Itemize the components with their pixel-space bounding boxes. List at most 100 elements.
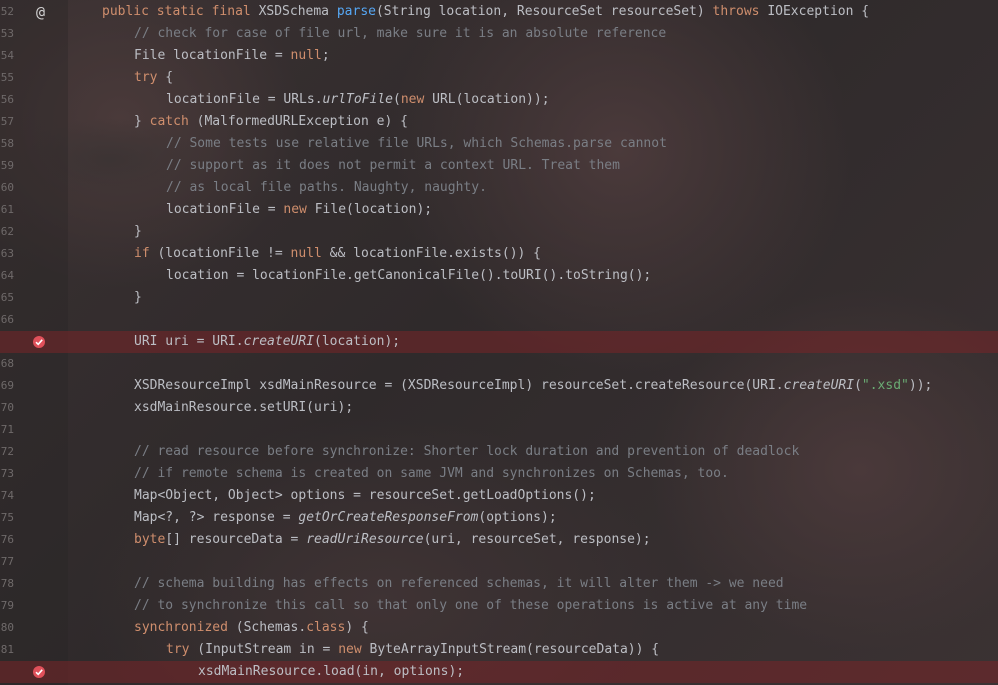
line-number[interactable]: 64 [0,265,14,287]
line-number[interactable]: 56 [0,89,14,111]
line-number[interactable]: 67 [0,331,14,353]
code-token: { [157,70,174,85]
line-number[interactable]: 65 [0,287,14,309]
code-line[interactable]: 78 // schema building has effects on refe… [0,573,998,595]
code-text[interactable]: // as local file paths. Naughty, naughty… [166,177,487,199]
code-text[interactable]: // support as it does not permit a conte… [166,155,620,177]
code-text[interactable]: XSDResourceImpl xsdMainResource = (XSDRe… [134,375,932,397]
code-text[interactable]: } [134,287,142,309]
code-text[interactable]: xsdMainResource.load(in, options); [198,661,464,683]
code-line[interactable]: 56 locationFile = URLs.urlToFile(new URL(… [0,89,998,111]
code-text[interactable]: Map<?, ?> response = getOrCreateResponse… [134,507,557,529]
code-text[interactable]: byte[] resourceData = readUriResource(ur… [134,529,651,551]
line-number[interactable]: 72 [0,441,14,463]
override-at-icon[interactable]: @ [36,1,45,23]
code-line[interactable]: 65} [0,287,998,309]
code-text[interactable]: URI uri = URI.createURI(location); [134,331,400,353]
code-token: // as local file paths. Naughty, naughty… [166,180,487,195]
line-number[interactable]: 54 [0,45,14,67]
code-line[interactable]: 73 // if remote schema is created on same… [0,463,998,485]
code-text[interactable]: try (InputStream in = new ByteArrayInput… [166,639,659,661]
line-number[interactable]: 69 [0,375,14,397]
line-number[interactable]: 75 [0,507,14,529]
code-token: catch [149,114,189,129]
code-line[interactable]: 68 [0,353,998,375]
code-text[interactable]: // read resource before synchronize: Sho… [134,441,799,463]
code-text[interactable]: synchronized (Schemas.class) { [134,617,369,639]
code-text[interactable]: File locationFile = null; [134,45,330,67]
code-line[interactable]: 53 // check for case of file url, make su… [0,23,998,45]
code-token: createURI [243,334,315,349]
code-line[interactable]: 62} [0,221,998,243]
line-number[interactable]: 63 [0,243,14,265]
code-line[interactable]: 77 [0,551,998,573]
code-text[interactable]: // schema building has effects on refere… [134,573,784,595]
line-number[interactable]: 59 [0,155,14,177]
line-number[interactable]: 71 [0,419,14,441]
line-number[interactable]: 68 [0,353,14,375]
code-text[interactable]: // to synchronize this call so that only… [134,595,807,617]
code-line[interactable]: 75 Map<?, ?> response = getOrCreateRespon… [0,507,998,529]
code-token: urlToFile [322,92,393,107]
code-text[interactable]: // if remote schema is created on same J… [134,463,729,485]
line-number[interactable]: 73 [0,463,14,485]
code-text[interactable]: public static final XSDSchema parse(Stri… [102,1,869,23]
code-line[interactable]: 67 URI uri = URI.createURI(location); [0,331,998,353]
code-text[interactable]: } catch (MalformedURLException e) { [134,111,408,133]
code-text[interactable]: Map<Object, Object> options = resourceSe… [134,485,596,507]
line-number[interactable]: 55 [0,67,14,89]
line-number[interactable]: 58 [0,133,14,155]
code-line[interactable]: 74 Map<Object, Object> options = resource… [0,485,998,507]
code-line[interactable]: 79 // to synchronize this call so that on… [0,595,998,617]
code-token: (InputStream in = [189,642,339,657]
code-line[interactable]: 52 @ public static final XSDSchema parse(S… [0,1,998,23]
line-number[interactable]: 81 [0,639,14,661]
code-line[interactable]: 82 xsdMainResource.load(in, options); [0,661,998,683]
line-number[interactable]: 74 [0,485,14,507]
line-number[interactable]: 60 [0,177,14,199]
code-line[interactable]: 71 [0,419,998,441]
code-line[interactable]: 66 [0,309,998,331]
code-line[interactable]: 72 // read resource before synchronize: S… [0,441,998,463]
code-line[interactable]: 63 if (locationFile != null && locationFi… [0,243,998,265]
line-number[interactable]: 77 [0,551,14,573]
line-number[interactable]: 79 [0,595,14,617]
code-line[interactable]: 55 try { [0,67,998,89]
line-number[interactable]: 66 [0,309,14,331]
code-line[interactable]: 81 try (InputStream in = new ByteArrayInp… [0,639,998,661]
line-number[interactable]: 78 [0,573,14,595]
code-token: try [134,70,158,85]
code-line[interactable]: 76 byte[] resourceData = readUriResource(… [0,529,998,551]
code-text[interactable]: locationFile = new File(location); [166,199,432,221]
code-text[interactable]: location = locationFile.getCanonicalFile… [166,265,651,287]
line-number[interactable]: 53 [0,23,14,45]
code-line[interactable]: 60 // as local file paths. Naughty, naugh… [0,177,998,199]
code-line[interactable]: 64 location = locationFile.getCanonicalFi… [0,265,998,287]
code-line[interactable]: 80 synchronized (Schemas.class) { [0,617,998,639]
code-line[interactable]: 57 } catch (MalformedURLException e) { [0,111,998,133]
breakpoint-icon[interactable] [31,334,47,350]
code-line[interactable]: 61 locationFile = new File(location); [0,199,998,221]
code-text[interactable]: } [134,221,142,243]
code-line[interactable]: 70 xsdMainResource.setURI(uri); [0,397,998,419]
line-number[interactable]: 57 [0,111,14,133]
code-text[interactable]: // check for case of file url, make sure… [134,23,666,45]
line-number[interactable]: 62 [0,221,14,243]
code-text[interactable]: // Some tests use relative file URLs, wh… [166,133,667,155]
code-line[interactable]: 69 XSDResourceImpl xsdMainResource = (XSD… [0,375,998,397]
line-number[interactable]: 52 [0,1,14,23]
code-token: readUriResource [306,532,424,547]
code-text[interactable]: xsdMainResource.setURI(uri); [134,397,353,419]
code-line[interactable]: 59 // support as it does not permit a con… [0,155,998,177]
code-text[interactable]: locationFile = URLs.urlToFile(new URL(lo… [166,89,550,111]
line-number[interactable]: 70 [0,397,14,419]
line-number[interactable]: 61 [0,199,14,221]
line-number[interactable]: 82 [0,661,14,683]
code-line[interactable]: 54 File locationFile = null; [0,45,998,67]
breakpoint-icon[interactable] [31,664,47,680]
line-number[interactable]: 80 [0,617,14,639]
line-number[interactable]: 76 [0,529,14,551]
code-text[interactable]: try { [134,67,173,89]
code-text[interactable]: if (locationFile != null && locationFile… [134,243,541,265]
code-line[interactable]: 58 // Some tests use relative file URLs, … [0,133,998,155]
